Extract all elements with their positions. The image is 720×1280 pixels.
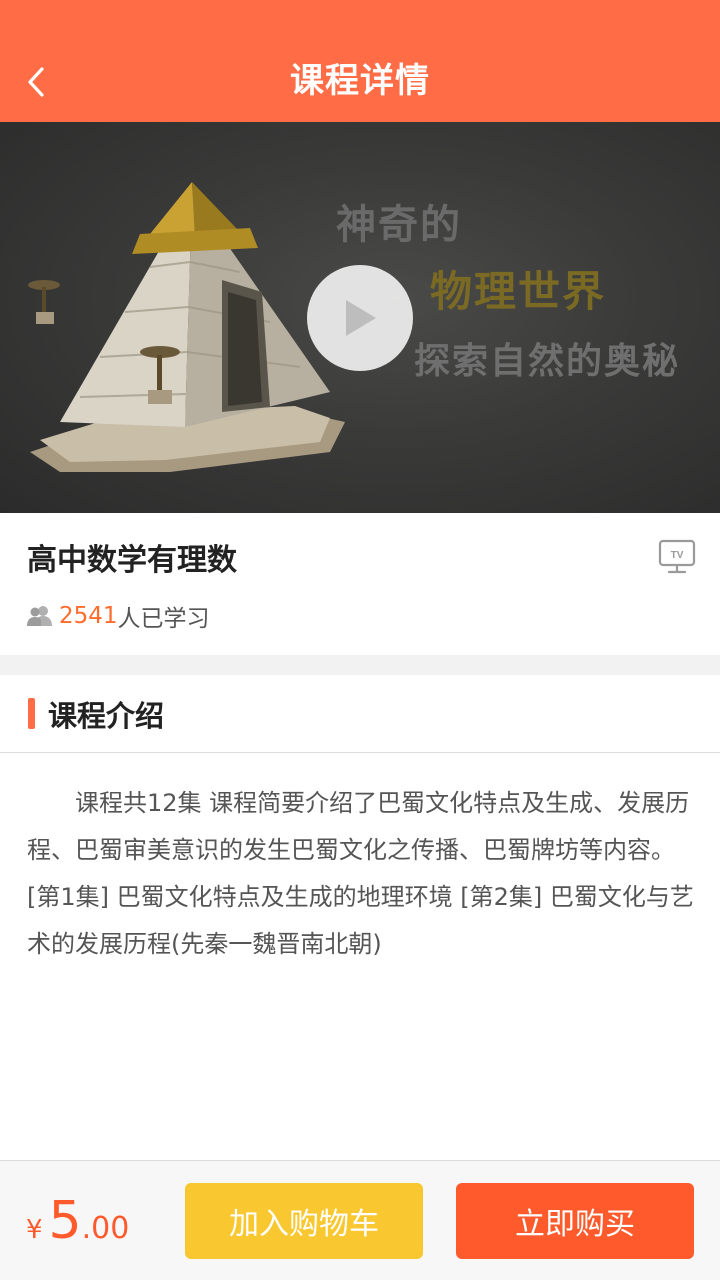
thumbnail-text-line: 神奇的 — [336, 202, 462, 248]
tv-cast-button[interactable]: TV — [658, 539, 696, 575]
purchase-bar: ¥ 5 .00 加入购物车 立即购买 — [0, 1160, 720, 1280]
section-divider — [0, 655, 720, 675]
price: ¥ 5 .00 — [26, 1191, 129, 1251]
intro-title: 课程介绍 — [48, 699, 165, 733]
learner-stats: 2541 人已学习 — [27, 599, 210, 633]
price-decimal: .00 — [81, 1211, 130, 1246]
users-icon — [27, 606, 52, 626]
play-button[interactable] — [307, 265, 413, 371]
intro-section-header: 课程介绍 — [0, 675, 720, 753]
currency-symbol: ¥ — [26, 1215, 43, 1245]
header-bar: 课程详情 — [0, 0, 720, 122]
add-to-cart-button[interactable]: 加入购物车 — [185, 1183, 423, 1259]
play-icon — [346, 300, 376, 336]
learner-suffix: 人已学习 — [117, 606, 210, 632]
learner-count: 2541 — [59, 603, 118, 629]
thumbnail-text-line: 探索自然的奥秘 — [414, 341, 681, 382]
thumbnail-text-line: 物理世界 — [430, 267, 607, 316]
accent-bar — [28, 698, 35, 729]
tv-label: TV — [671, 550, 684, 561]
tv-icon: TV — [658, 539, 696, 574]
buy-now-button[interactable]: 立即购买 — [456, 1183, 694, 1259]
course-title: 高中数学有理数 — [27, 543, 237, 578]
intro-description: 课程共12集 课程简要介绍了巴蜀文化特点及生成、发展历程、巴蜀审美意识的发生巴蜀… — [27, 789, 694, 958]
price-integer: 5 — [48, 1191, 82, 1251]
video-player[interactable]: 神奇的 物理世界 探索自然的奥秘 — [0, 122, 720, 513]
page-title: 课程详情 — [290, 61, 430, 101]
course-info: 高中数学有理数 TV 2541 人已学习 — [0, 513, 720, 655]
